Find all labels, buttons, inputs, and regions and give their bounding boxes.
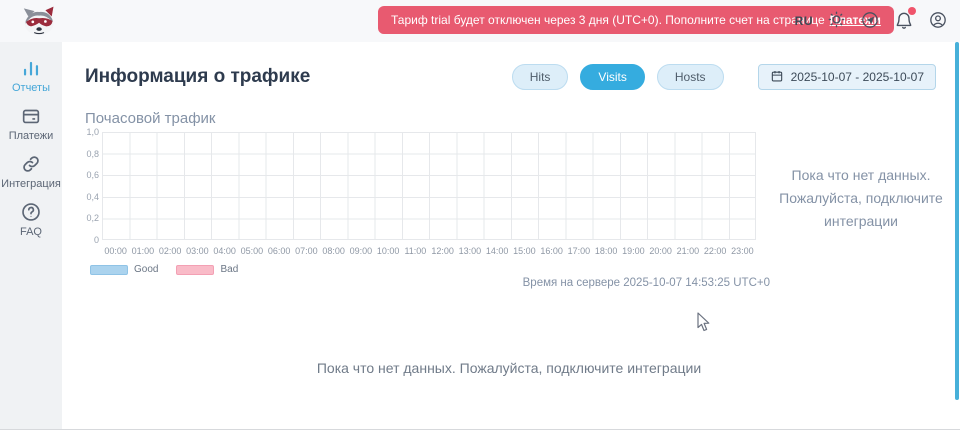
x-tick-label: 22:00 [702, 246, 729, 256]
language-selector[interactable]: RU [795, 14, 813, 28]
legend-swatch [90, 265, 128, 275]
legend-label: Bad [220, 264, 238, 275]
sidebar-nav: Отчеты Платежи Интеграция FAQ [0, 42, 62, 429]
question-icon [20, 201, 42, 223]
tab-hosts[interactable]: Hosts [657, 64, 724, 90]
topbar: Тариф trial будет отключен через 3 дня (… [0, 0, 960, 42]
x-tick-label: 23:00 [729, 246, 756, 256]
y-tick-label: 0,6 [85, 170, 99, 180]
legend-item-bad: Bad [176, 264, 238, 275]
mouse-cursor [696, 312, 710, 337]
server-time: Время на сервере 2025-10-07 14:53:25 UTC… [102, 277, 770, 289]
telegram-button[interactable] [860, 10, 880, 33]
legend-swatch [176, 265, 214, 275]
scrollbar-thumb[interactable] [955, 42, 959, 400]
x-tick-label: 10:00 [375, 246, 402, 256]
no-data-bottom-message: Пока что нет данных. Пожалуйста, подключ… [62, 360, 956, 376]
sidebar-item-reports[interactable]: Отчеты [0, 57, 62, 94]
section-title: Почасовой трафик [85, 110, 960, 127]
sun-icon [827, 10, 846, 32]
y-tick-label: 0 [85, 235, 99, 245]
telegram-icon [860, 10, 880, 33]
topbar-icons: RU [795, 0, 948, 42]
x-tick-label: 13:00 [456, 246, 483, 256]
x-tick-label: 01:00 [129, 246, 156, 256]
y-tick-label: 0,4 [85, 192, 99, 202]
hourly-traffic-chart: 1,0 0,8 0,6 0,4 0,2 0 00:0001:0002:0003:0004:… [85, 130, 775, 290]
bar-chart-icon [20, 57, 42, 79]
x-tick-label: 02:00 [157, 246, 184, 256]
x-tick-label: 20:00 [647, 246, 674, 256]
x-tick-label: 09:00 [347, 246, 374, 256]
x-tick-label: 05:00 [238, 246, 265, 256]
sidebar-item-label: Отчеты [12, 82, 50, 94]
date-range-value: 2025-10-07 - 2025-10-07 [791, 70, 924, 84]
no-data-side-message: Пока что нет данных. Пожалуйста, подключ… [764, 164, 958, 233]
sidebar-item-faq[interactable]: FAQ [0, 201, 62, 238]
legend-label: Good [134, 264, 158, 275]
page-title: Информация о трафике [85, 66, 310, 88]
notifications-button[interactable] [894, 10, 914, 33]
x-tick-label: 07:00 [293, 246, 320, 256]
sidebar-item-label: FAQ [20, 226, 42, 238]
profile-button[interactable] [928, 10, 948, 33]
x-tick-label: 16:00 [538, 246, 565, 256]
x-tick-label: 14:00 [484, 246, 511, 256]
x-tick-label: 21:00 [674, 246, 701, 256]
legend-item-good: Good [90, 264, 158, 275]
x-tick-label: 17:00 [565, 246, 592, 256]
tab-visits[interactable]: Visits [580, 64, 644, 90]
sidebar-item-integration[interactable]: Интеграция [0, 153, 62, 190]
x-tick-label: 18:00 [593, 246, 620, 256]
trial-banner-text: Тариф trial будет отключен через 3 дня (… [391, 13, 825, 27]
x-tick-label: 19:00 [620, 246, 647, 256]
x-axis: 00:0001:0002:0003:0004:0005:0006:0007:00… [102, 246, 757, 256]
tab-hits[interactable]: Hits [512, 64, 569, 90]
theme-toggle-button[interactable] [827, 10, 846, 32]
calendar-icon [770, 69, 784, 86]
x-tick-label: 15:00 [511, 246, 538, 256]
profile-icon [928, 10, 948, 33]
x-tick-label: 03:00 [184, 246, 211, 256]
chart-legend: Good Bad [90, 264, 238, 275]
x-tick-label: 08:00 [320, 246, 347, 256]
y-axis: 1,00,80,60,40,20 [85, 132, 99, 240]
y-tick-label: 0,8 [85, 149, 99, 159]
x-tick-label: 11:00 [402, 246, 429, 256]
traffic-tabs: Hits Visits Hosts [512, 64, 724, 90]
chart-plot-area [102, 132, 756, 240]
y-tick-label: 0,2 [85, 213, 99, 223]
x-tick-label: 04:00 [211, 246, 238, 256]
y-tick-label: 1,0 [85, 127, 99, 137]
x-tick-label: 00:00 [102, 246, 129, 256]
date-range-picker[interactable]: 2025-10-07 - 2025-10-07 [758, 64, 936, 90]
sidebar-item-label: Интеграция [1, 178, 61, 190]
link-icon [20, 153, 42, 175]
traffic-controls: Hits Visits Hosts 2025-10-07 - 2025-10-07 [512, 64, 936, 90]
notification-dot [908, 7, 916, 15]
sidebar-item-payments[interactable]: Платежи [0, 105, 62, 142]
page-header: Информация о трафике Hits Visits Hosts 202… [62, 42, 960, 90]
wallet-icon [20, 105, 42, 127]
x-tick-label: 06:00 [266, 246, 293, 256]
raccoon-logo[interactable] [22, 4, 58, 38]
x-tick-label: 12:00 [429, 246, 456, 256]
main-content: Информация о трафике Hits Visits Hosts 202… [62, 42, 960, 429]
sidebar-item-label: Платежи [9, 130, 54, 142]
